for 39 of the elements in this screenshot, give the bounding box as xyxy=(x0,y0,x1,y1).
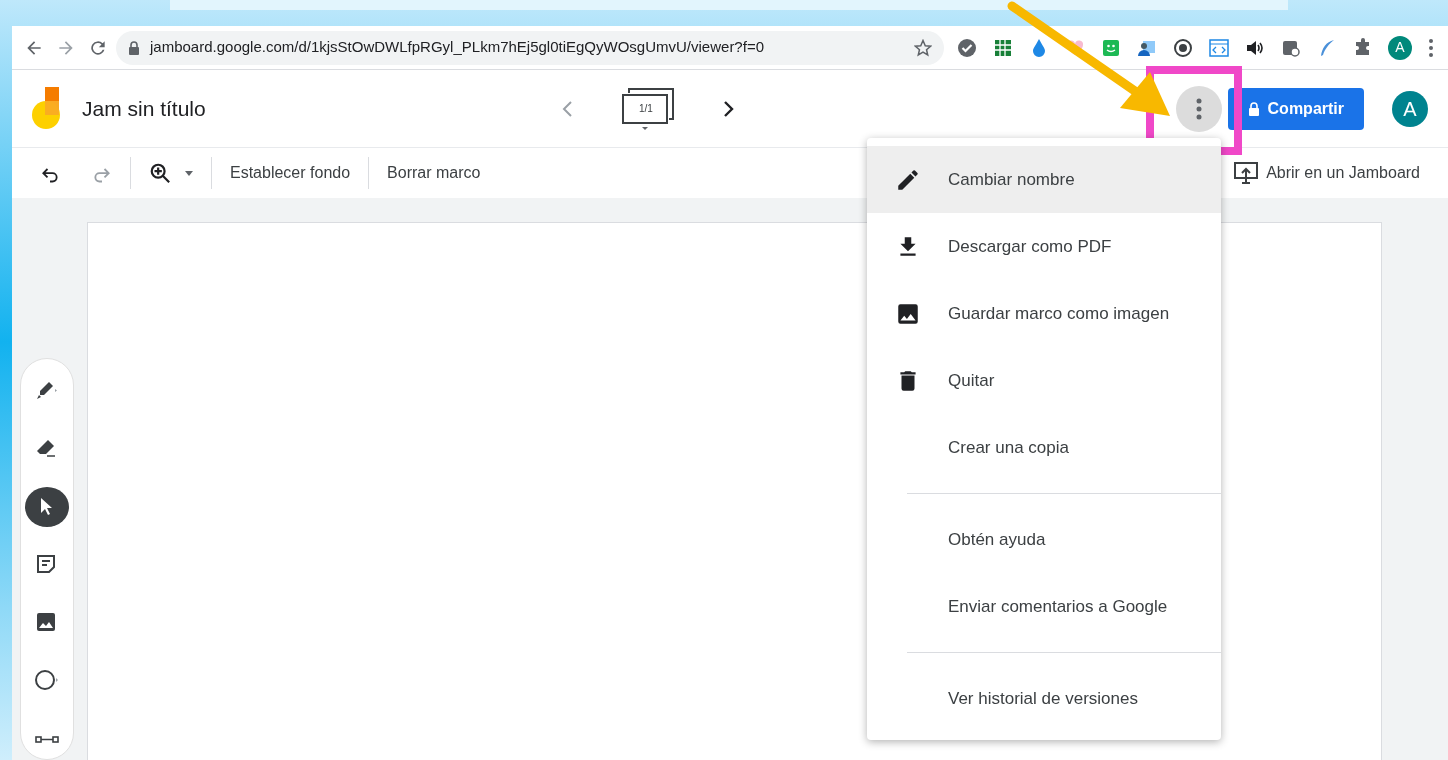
url-text: jamboard.google.com/d/1kjsStOwDWLfpRGyl_PLkm7hEj5gl0tiEgQyWOsgUmvU/viewer?f=0 xyxy=(150,37,764,58)
smiley-icon[interactable] xyxy=(1101,37,1121,58)
chevron-left-icon xyxy=(560,99,573,118)
circle-shape-icon xyxy=(35,669,59,693)
record-icon[interactable] xyxy=(1173,37,1193,58)
menu-item[interactable]: Guardar marco como imagen xyxy=(867,280,1221,347)
menu-item[interactable]: Cambiar nombre xyxy=(867,146,1221,213)
more-vert-icon[interactable] xyxy=(1428,37,1434,58)
more-vert-icon xyxy=(1196,98,1202,120)
check-circle-icon[interactable] xyxy=(957,37,977,58)
menu-item[interactable]: Crear una copia xyxy=(867,414,1221,481)
caret-down-icon xyxy=(185,170,193,176)
frame-counter: 1/1 xyxy=(638,101,654,116)
code-window-icon[interactable] xyxy=(1209,37,1229,58)
menu-item[interactable]: Obtén ayuda xyxy=(867,506,1221,573)
profile-avatar[interactable]: A xyxy=(1388,35,1412,60)
document-title[interactable]: Jam sin título xyxy=(82,92,206,125)
chevron-right-icon xyxy=(722,99,735,118)
lock-icon xyxy=(1247,101,1260,116)
menu-item[interactable]: Ver historial de versiones xyxy=(867,665,1221,732)
share-button[interactable]: Compartir xyxy=(1227,87,1364,130)
menu-item[interactable]: Quitar xyxy=(867,347,1221,414)
open-in-jamboard-button[interactable]: Abrir en un Jamboard xyxy=(1226,155,1428,191)
menu-item[interactable]: Descargar como PDF xyxy=(867,213,1221,280)
grid-icon[interactable] xyxy=(993,37,1013,58)
frames-stack-icon xyxy=(620,86,675,131)
menu-item[interactable]: Enviar comentarios a Google xyxy=(867,573,1221,640)
zoom-in-icon xyxy=(149,162,171,184)
frame-counter-button[interactable]: 1/1 xyxy=(620,86,675,131)
star-icon[interactable] xyxy=(914,38,932,57)
monitor-upload-icon xyxy=(1234,162,1259,184)
jamboard-logo-icon xyxy=(32,86,62,131)
account-avatar[interactable]: A xyxy=(1392,90,1428,127)
set-background-button[interactable]: Establecer fondo xyxy=(222,155,359,191)
text-box-icon xyxy=(35,735,59,743)
clear-frame-button[interactable]: Borrar marco xyxy=(379,155,489,191)
address-bar[interactable]: jamboard.google.com/d/1kjsStOwDWLfpRGyl_PLkm7hEj5gl0tiEgQyWOsgUmvU/viewer?f=0 xyxy=(116,30,944,65)
tool-button[interactable] xyxy=(25,487,69,527)
lock-icon xyxy=(128,40,140,55)
